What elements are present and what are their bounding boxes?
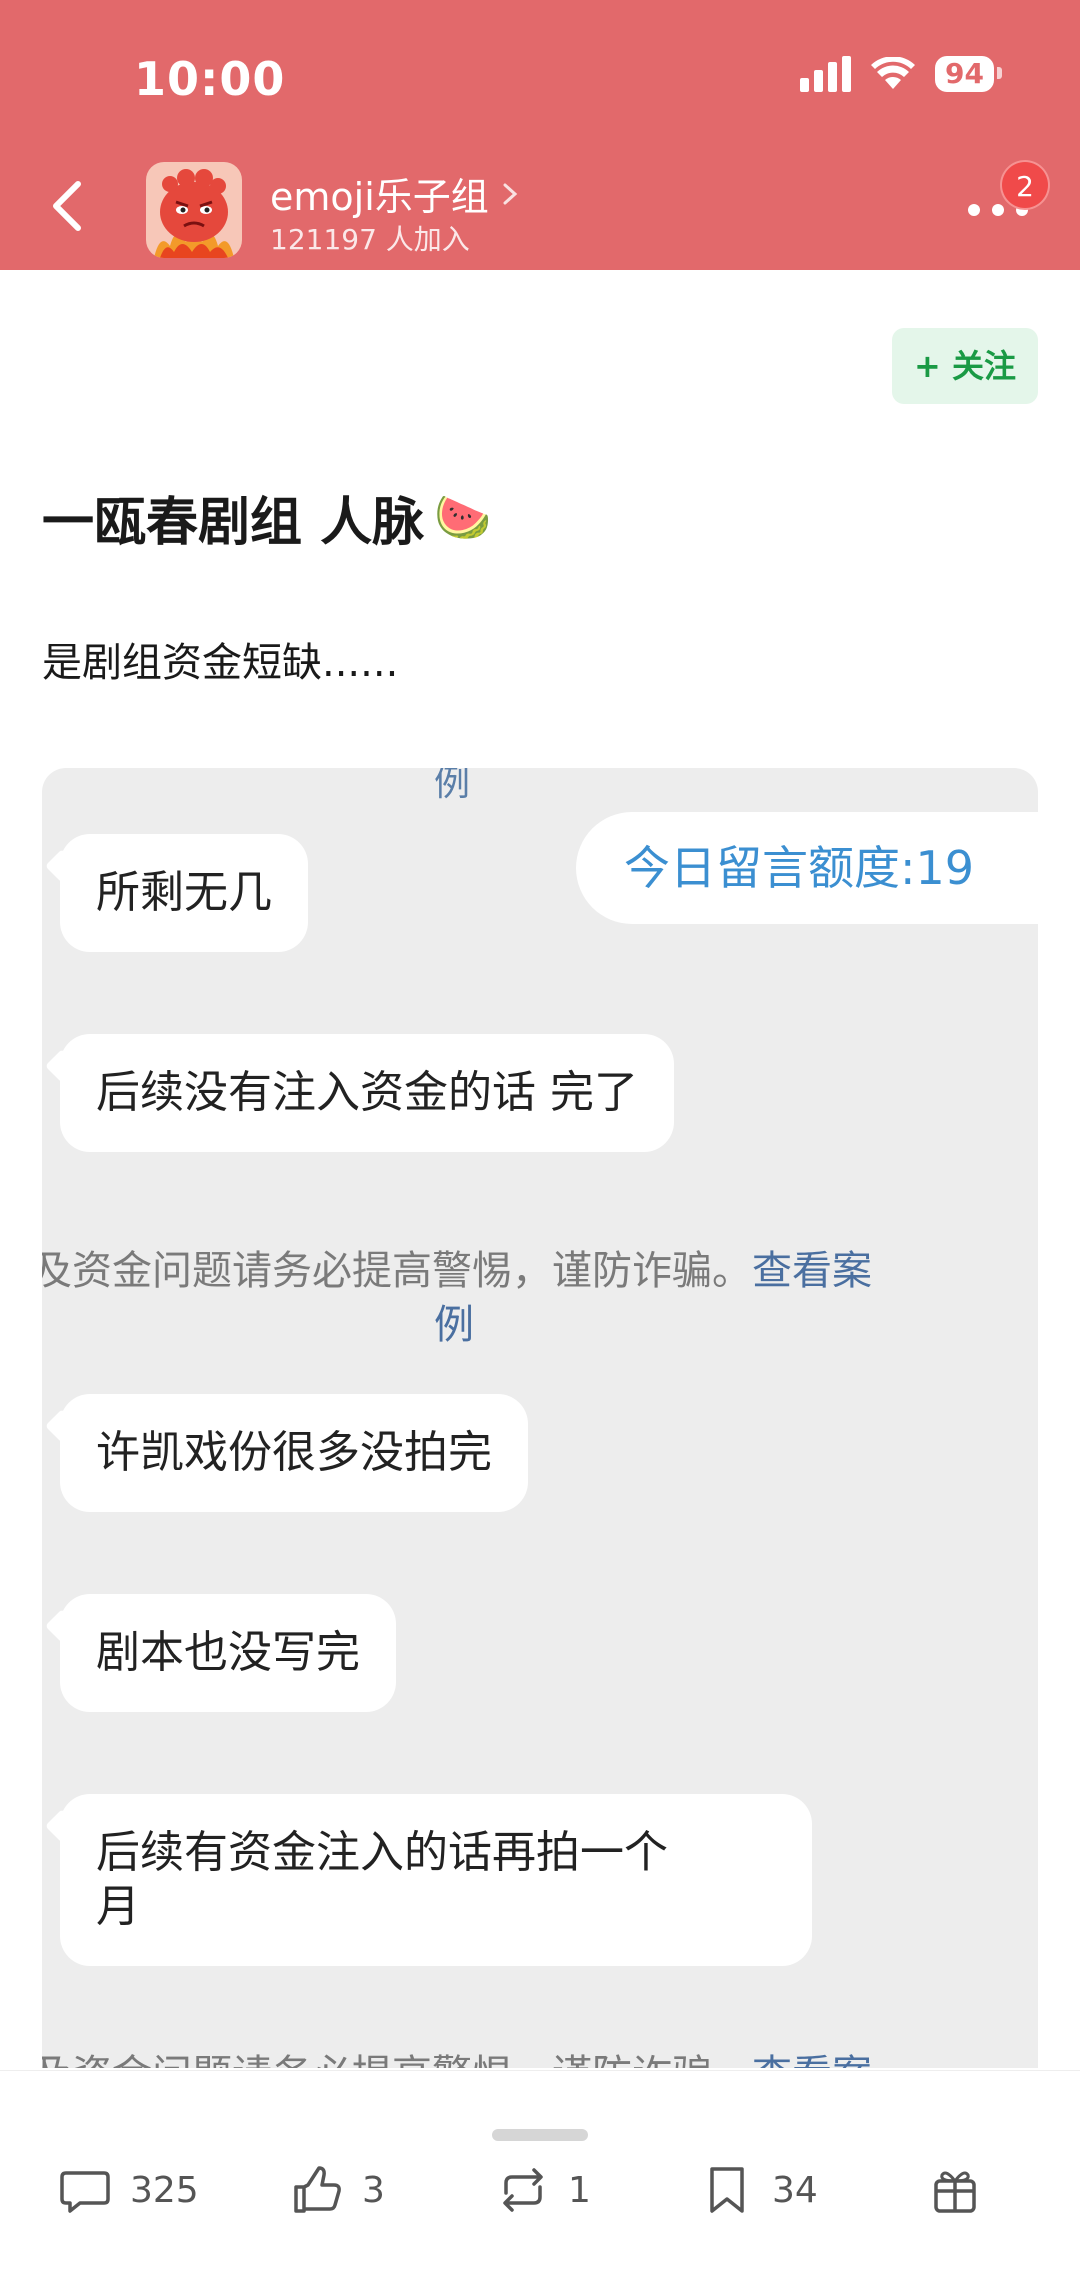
thumbs-up-icon [294,2166,341,2213]
post-body: 是剧组资金短缺...... [42,640,399,686]
gift-button[interactable] [928,2163,982,2217]
fraud-warning-text: 及资金问题请务必提高警惕，谨防诈骗。 [42,2052,752,2068]
chat-bubble: 所剩无几 [60,834,308,952]
like-count: 3 [362,2169,385,2211]
fraud-warning-text: 及资金问题请务必提高警惕，谨防诈骗。 [42,1248,752,1294]
post-title: 一瓯春剧组 人脉 🍉 [42,480,491,555]
comment-button[interactable]: 325 [58,2163,199,2217]
quota-pill: 今日留言额度:19 [576,812,1038,924]
save-count: 34 [772,2169,818,2211]
group-avatar[interactable] [146,162,242,258]
view-case-link-cont: 例 [434,1302,474,1348]
repost-icon [503,2168,543,2212]
save-button[interactable]: 34 [700,2163,818,2217]
follow-button[interactable]: + 关注 [892,328,1038,404]
chat-bubble: 许凯戏份很多没拍完 [60,1394,528,1512]
home-indicator [492,2129,588,2141]
fraud-warning: 及资金问题请务必提高警惕，谨防诈骗。查看案 [42,1238,872,1296]
clipped-link-fragment: 例 [434,768,471,804]
back-button[interactable] [40,176,100,236]
wifi-icon [871,57,916,89]
view-case-link: 查看案 [752,2052,872,2068]
comment-icon [60,2171,110,2213]
avatar-image [146,162,242,258]
gift-icon [934,2171,976,2213]
comment-count: 325 [130,2169,199,2211]
bookmark-icon [710,2167,744,2213]
chat-bubble: 剧本也没写完 [60,1594,396,1712]
battery-icon: 94 [935,56,1002,92]
member-count: 121197 人加入 [270,223,470,256]
watermelon-emoji: 🍉 [434,490,492,544]
group-header: 10:00 94 emoji乐子组 121197 人加入 2 [0,0,1080,270]
group-name-link[interactable]: emoji乐子组 [270,166,521,221]
bottom-action-bar: 325 3 1 34 [0,2070,1080,2287]
post-title-text: 一瓯春剧组 人脉 [42,493,425,553]
repost-count: 1 [568,2169,591,2211]
group-name: emoji乐子组 [270,175,489,219]
repost-button[interactable]: 1 [496,2163,591,2217]
chevron-left-icon [53,181,81,231]
chat-bubble: 后续有资金注入的话再拍一个 月 [60,1794,812,1966]
status-icons: 94 [800,56,1002,92]
chevron-right-icon [503,183,518,204]
notification-badge: 2 [1000,160,1050,210]
fraud-warning: 及资金问题请务必提高警惕，谨防诈骗。查看案 [42,2042,872,2068]
chat-bubble: 后续没有注入资金的话 完了 [60,1034,674,1152]
signal-icon [800,56,852,92]
view-case-link: 查看案 [752,1248,872,1294]
status-time: 10:00 [134,52,286,106]
post-image-chat-screenshot[interactable]: 例 今日留言额度:19 所剩无几 后续没有注入资金的话 完了 及资金问题请务必提… [42,768,1038,2068]
like-button[interactable]: 3 [290,2163,385,2217]
